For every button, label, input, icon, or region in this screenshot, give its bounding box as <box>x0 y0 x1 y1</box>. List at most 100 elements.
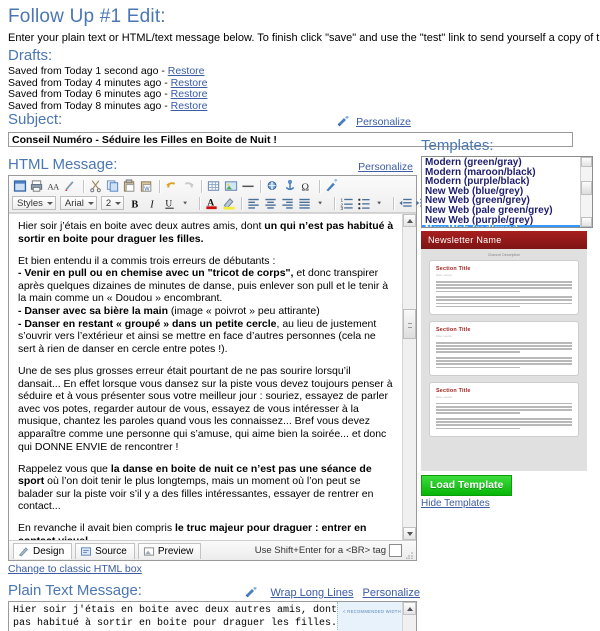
editor-tab-source[interactable]: Source <box>75 542 135 559</box>
editor-bold-run: - Venir en pull ou en chemise avec un "t… <box>18 267 297 280</box>
templates-scrollbar[interactable] <box>580 157 592 227</box>
copy-icon[interactable] <box>105 179 121 194</box>
bold-icon[interactable]: B <box>128 196 144 211</box>
size-dropdown[interactable]: 2 <box>100 196 125 210</box>
image-icon[interactable] <box>223 179 239 194</box>
scroll-up-button[interactable] <box>403 214 416 227</box>
chevron-down-icon <box>87 201 94 205</box>
editor-text-run: (image « poivrot » peu attirante) <box>170 305 320 318</box>
align-left-icon[interactable] <box>246 196 262 211</box>
svg-text:W: W <box>144 186 150 192</box>
more-list-icon[interactable] <box>373 196 389 211</box>
special-char-icon[interactable]: Ω <box>299 179 315 194</box>
styles-dropdown[interactable]: Styles <box>12 196 56 210</box>
design-icon <box>18 546 30 557</box>
more-format-icon[interactable] <box>179 196 195 211</box>
size-dropdown-label: 2 <box>105 197 112 209</box>
editor-mode-tabs: Design Source Preview <box>13 542 204 559</box>
template-preview: Newsletter Name Channel Description Sect… <box>421 231 587 471</box>
plain-text-links: Wrap Long Lines Personalize <box>245 587 420 599</box>
draft-restore-link[interactable]: Restore <box>171 88 208 100</box>
text-color-icon[interactable]: A <box>204 196 220 211</box>
preview-body-lines <box>436 417 572 430</box>
draft-label: Saved from Today 1 second ago - <box>8 65 168 77</box>
template-option[interactable]: New Web (red/grey) <box>422 225 592 227</box>
maximize-icon[interactable] <box>389 544 402 557</box>
wrap-long-lines-link[interactable]: Wrap Long Lines <box>270 587 353 599</box>
plain-text-scrollbar[interactable] <box>402 602 416 631</box>
drafts-list: Saved from Today 1 second ago - Restore S… <box>0 65 600 113</box>
page-title: Follow Up #1 Edit: <box>8 6 166 27</box>
subject-personalize[interactable]: Personalize <box>337 116 411 128</box>
cut-icon[interactable] <box>88 179 104 194</box>
paste-word-icon[interactable]: W <box>139 179 155 194</box>
templates-scroll-down-button[interactable] <box>581 217 592 227</box>
plain-text-personalize-link[interactable]: Personalize <box>363 587 420 599</box>
scroll-down-button[interactable] <box>403 527 416 540</box>
bulleted-list-icon[interactable] <box>356 196 372 211</box>
resize-grip-icon[interactable] <box>406 550 414 559</box>
link-icon[interactable] <box>265 179 281 194</box>
editor-text-run: Hier soir j’étais en boite avec deux aut… <box>18 220 265 232</box>
horizontal-rule-icon[interactable] <box>240 179 256 194</box>
recommended-width-label: < RECOMMENDED WIDTH <box>343 609 401 614</box>
hide-templates-link[interactable]: Hide Templates <box>421 498 593 509</box>
html-personalize-link[interactable]: Personalize <box>358 161 413 173</box>
outdent-icon[interactable] <box>398 196 414 211</box>
anchor-icon[interactable] <box>282 179 298 194</box>
channel-description: Channel Description <box>487 253 521 257</box>
italic-icon[interactable]: I <box>145 196 161 211</box>
editor-footer: Design Source Preview Use Shift+Enter for … <box>9 540 416 560</box>
templates-scroll-thumb[interactable] <box>581 181 592 195</box>
new-page-icon[interactable] <box>12 179 28 194</box>
plain-text-box[interactable]: < RECOMMENDED WIDTH Hier soir j'étais en… <box>8 601 417 631</box>
bg-color-icon[interactable] <box>221 196 237 211</box>
toolbar-separator <box>260 179 262 193</box>
caret-up-icon <box>407 607 413 611</box>
editor-paragraph: Et bien entendu il a commis trois erreur… <box>18 255 396 356</box>
subject-personalize-link[interactable]: Personalize <box>356 116 411 128</box>
editor-document[interactable]: Hier soir j’étais en boite avec deux aut… <box>9 214 416 540</box>
table-icon[interactable] <box>206 179 222 194</box>
subject-heading: Subject: <box>8 111 63 128</box>
change-to-classic-html-link[interactable]: Change to classic HTML box <box>8 563 142 575</box>
preview-body-lines <box>436 402 572 414</box>
font-dropdown[interactable]: Arial <box>59 196 97 210</box>
personalize-wand-icon[interactable] <box>324 178 340 194</box>
print-icon[interactable] <box>29 179 45 194</box>
draft-restore-link[interactable]: Restore <box>171 77 208 89</box>
toolbar-separator <box>83 179 85 193</box>
numbered-list-icon[interactable]: 123 <box>339 196 355 211</box>
preview-section-card: Section Title Date, source <box>429 320 579 376</box>
paste-icon[interactable] <box>122 178 138 194</box>
align-justify-icon[interactable] <box>297 196 313 211</box>
preview-section-title: Section Title <box>436 326 471 333</box>
draft-restore-link[interactable]: Restore <box>171 100 208 112</box>
redo-icon[interactable] <box>181 179 197 194</box>
find-icon[interactable]: AA <box>46 179 62 194</box>
toolbar-separator <box>201 179 203 193</box>
templates-scroll-up-button[interactable] <box>581 157 592 167</box>
undo-icon[interactable] <box>164 179 180 194</box>
editor-bold-run: - Danser en restant « groupé » dans un p… <box>18 317 277 330</box>
editor-vertical-scrollbar[interactable] <box>402 214 416 540</box>
editor-tab-preview[interactable]: Preview <box>137 542 202 559</box>
spell-check-icon[interactable] <box>63 179 79 194</box>
draft-item: Saved from Today 8 minutes ago - Restore <box>0 100 600 113</box>
load-template-button[interactable]: Load Template <box>421 475 513 496</box>
align-center-icon[interactable] <box>263 196 279 211</box>
align-right-icon[interactable] <box>280 196 296 211</box>
templates-listbox[interactable]: Modern (green/gray) Modern (maroon/black)… <box>421 156 593 228</box>
plain-scroll-up-button[interactable] <box>403 602 416 615</box>
editor-tab-design[interactable]: Design <box>13 542 73 559</box>
styles-dropdown-label: Styles <box>17 197 43 209</box>
preview-body-lines <box>436 296 572 308</box>
underline-icon[interactable]: U <box>162 196 178 211</box>
draft-restore-link[interactable]: Restore <box>168 65 205 77</box>
newsletter-name: Newsletter Name <box>428 235 502 245</box>
preview-body-lines <box>436 281 572 293</box>
scroll-thumb[interactable] <box>403 309 416 339</box>
editor-canvas[interactable]: Hier soir j’étais en boite avec deux aut… <box>9 213 416 540</box>
more-align-icon[interactable] <box>314 196 330 211</box>
chevron-down-icon <box>46 201 53 205</box>
